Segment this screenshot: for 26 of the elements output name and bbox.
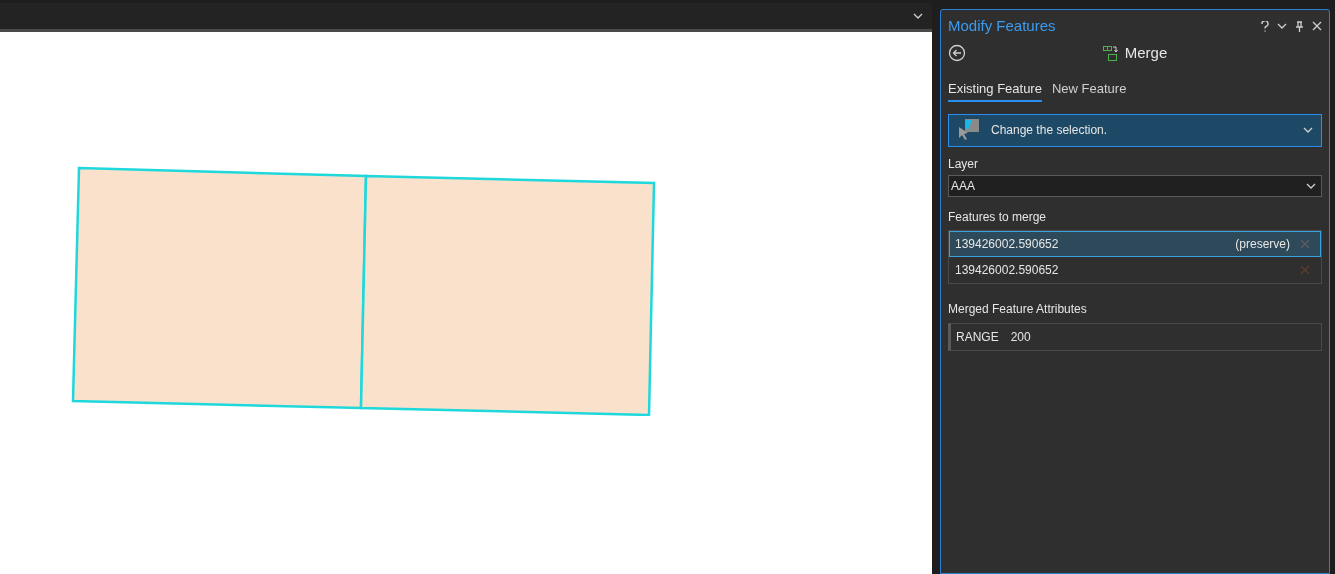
- pin-icon[interactable]: [1295, 20, 1304, 32]
- feature-id: 139426002.590652: [955, 235, 1060, 253]
- field-label: Merged Feature Attributes: [948, 300, 1088, 318]
- chevron-down-icon: [913, 13, 923, 19]
- merge-icon: [1102, 45, 1121, 61]
- pane-menu-icon: [1277, 23, 1287, 29]
- back-icon[interactable]: [948, 44, 966, 62]
- select-cursor-icon: [957, 118, 981, 142]
- feature-row[interactable]: 139426002.590652: [949, 256, 1321, 283]
- preserve-note: (preserve): [1235, 235, 1290, 253]
- help-icon[interactable]: [1261, 20, 1269, 32]
- feature-row[interactable]: 139426002.590652 (preserve): [949, 230, 1321, 257]
- layer-dropdown[interactable]: AAA: [948, 174, 1322, 197]
- chevron-down-icon: [1303, 127, 1313, 133]
- field-label: Layer: [948, 155, 980, 173]
- pane-title: Modify Features: [948, 15, 1056, 36]
- field-label: Features to merge: [948, 208, 1048, 226]
- tab[interactable]: New Feature: [1051, 79, 1127, 102]
- tab[interactable]: Existing Feature: [948, 79, 1042, 102]
- attribute-name: RANGE: [956, 328, 999, 346]
- feature-id: 139426002.590652: [955, 261, 1060, 279]
- selection-dropdown[interactable]: Change the selection.: [948, 113, 1322, 147]
- tool-title: Merge: [1124, 42, 1168, 63]
- chevron-down-icon: [1306, 182, 1316, 189]
- attribute-value: 200: [1010, 328, 1031, 346]
- close-icon[interactable]: [1312, 21, 1322, 31]
